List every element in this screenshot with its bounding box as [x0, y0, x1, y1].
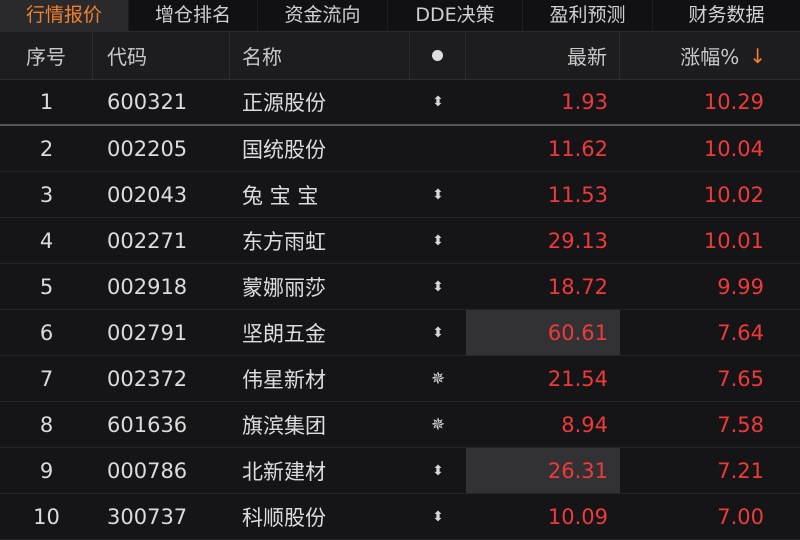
stock-name: 国统股份: [242, 137, 326, 162]
change-pct: 10.04: [703, 136, 764, 161]
dot-icon: [432, 50, 443, 61]
latest-price: 60.61: [466, 310, 620, 355]
latest-price: 18.72: [547, 274, 608, 299]
table-row[interactable]: 6 002791 坚朗五金 ⬍ 60.61 7.64: [0, 310, 800, 356]
stock-code: 002205: [107, 136, 188, 161]
row-mark: ⬍: [410, 264, 466, 309]
tab-profit-forecast[interactable]: 盈利预测: [523, 0, 653, 31]
latest-price: 26.31: [466, 448, 620, 493]
row-no: 6: [39, 320, 54, 345]
row-mark: ⬍: [410, 172, 466, 217]
row-no: 8: [39, 412, 54, 437]
updown-arrow-icon: ⬍: [432, 186, 444, 203]
row-mark: ⬍: [410, 218, 466, 263]
stock-code: 002043: [107, 182, 188, 207]
tab-dde[interactable]: DDE决策: [388, 0, 523, 31]
change-pct: 10.02: [703, 182, 764, 207]
change-pct: 7.64: [717, 320, 764, 345]
stock-code: 300737: [107, 504, 188, 529]
header-no[interactable]: 序号: [0, 32, 93, 79]
row-mark: ⬍: [410, 310, 466, 355]
row-mark: ⬍: [410, 494, 466, 539]
table-row[interactable]: 2 002205 国统股份 11.62 10.04: [0, 126, 800, 172]
table-row[interactable]: 9 000786 北新建材 ⬍ 26.31 7.21: [0, 448, 800, 494]
stock-name: 蒙娜丽莎: [242, 275, 326, 300]
stock-code: 002918: [107, 274, 188, 299]
row-mark: ⬍: [410, 448, 466, 493]
stock-name: 伟星新材: [242, 367, 326, 392]
change-pct: 7.00: [717, 504, 764, 529]
change-pct: 10.29: [703, 90, 764, 114]
stock-name: 坚朗五金: [242, 321, 326, 346]
header-price[interactable]: 最新: [466, 32, 620, 79]
updown-arrow-icon: ⬍: [432, 462, 444, 479]
header-name[interactable]: 名称: [230, 32, 410, 79]
header-code[interactable]: 代码: [93, 32, 230, 79]
latest-price: 1.93: [561, 90, 608, 114]
updown-arrow-icon: ⬍: [432, 508, 444, 525]
row-no: 9: [39, 458, 54, 483]
tab-bar: 行情报价 增仓排名 资金流向 DDE决策 盈利预测 财务数据: [0, 0, 800, 32]
stock-name: 东方雨虹: [242, 229, 326, 254]
row-no: 4: [39, 228, 54, 253]
stock-code: 002791: [107, 320, 188, 345]
tab-financial-data[interactable]: 财务数据: [653, 0, 800, 31]
star-burst-icon: ✵: [430, 368, 446, 389]
latest-price: 29.13: [547, 228, 608, 253]
header-change-pct[interactable]: 涨幅% ↓: [620, 32, 800, 79]
stock-name: 兔 宝 宝: [242, 183, 319, 208]
stock-name: 旗滨集团: [242, 413, 326, 438]
latest-price: 8.94: [561, 412, 608, 437]
table-row[interactable]: 1 600321 正源股份 ⬍ 1.93 10.29: [0, 80, 800, 126]
row-no: 5: [39, 274, 54, 299]
stock-name: 正源股份: [242, 91, 326, 115]
updown-arrow-icon: ⬍: [432, 232, 444, 249]
row-no: 7: [39, 366, 54, 391]
row-no: 10: [33, 504, 60, 529]
row-no: 2: [39, 136, 54, 161]
header-mark[interactable]: [410, 32, 466, 79]
tab-fund-flow[interactable]: 资金流向: [258, 0, 388, 31]
latest-price: 21.54: [547, 366, 608, 391]
star-burst-icon: ✵: [430, 414, 446, 435]
stock-code: 002372: [107, 366, 188, 391]
table-row[interactable]: 5 002918 蒙娜丽莎 ⬍ 18.72 9.99: [0, 264, 800, 310]
latest-price: 11.62: [547, 136, 608, 161]
stock-code: 600321: [107, 90, 188, 114]
stock-name: 北新建材: [242, 459, 326, 484]
table-row[interactable]: 4 002271 东方雨虹 ⬍ 29.13 10.01: [0, 218, 800, 264]
row-mark: ⬍: [410, 80, 466, 124]
stock-code: 601636: [107, 412, 188, 437]
change-pct: 10.01: [703, 228, 764, 253]
stock-name: 科顺股份: [242, 505, 326, 530]
table-row[interactable]: 7 002372 伟星新材 ✵ 21.54 7.65: [0, 356, 800, 402]
row-no: 3: [39, 182, 54, 207]
row-mark: ✵: [410, 402, 466, 447]
row-mark: ✵: [410, 356, 466, 401]
change-pct: 9.99: [717, 274, 764, 299]
updown-arrow-icon: ⬍: [432, 94, 444, 110]
stock-code: 000786: [107, 458, 188, 483]
header-change-pct-label: 涨幅%: [680, 45, 740, 69]
table-row[interactable]: 10 300737 科顺股份 ⬍ 10.09 7.00: [0, 494, 800, 540]
change-pct: 7.21: [717, 458, 764, 483]
row-no: 1: [39, 90, 54, 114]
latest-price: 10.09: [547, 504, 608, 529]
tab-position-increase[interactable]: 增仓排名: [129, 0, 258, 31]
table-row[interactable]: 3 002043 兔 宝 宝 ⬍ 11.53 10.02: [0, 172, 800, 218]
updown-arrow-icon: ⬍: [432, 278, 444, 295]
table-row[interactable]: 8 601636 旗滨集团 ✵ 8.94 7.58: [0, 402, 800, 448]
arrow-down-icon: ↓: [749, 43, 766, 68]
row-mark: [410, 126, 466, 171]
stock-table-body: 1 600321 正源股份 ⬍ 1.93 10.29 2 002205 国统股份 11.62 10.…: [0, 80, 800, 540]
latest-price: 11.53: [547, 182, 608, 207]
updown-arrow-icon: ⬍: [432, 324, 444, 341]
change-pct: 7.58: [717, 412, 764, 437]
stock-code: 002271: [107, 228, 188, 253]
tab-quotes[interactable]: 行情报价: [0, 0, 129, 31]
change-pct: 7.65: [717, 366, 764, 391]
table-header: 序号 代码 名称 最新 涨幅% ↓: [0, 32, 800, 80]
